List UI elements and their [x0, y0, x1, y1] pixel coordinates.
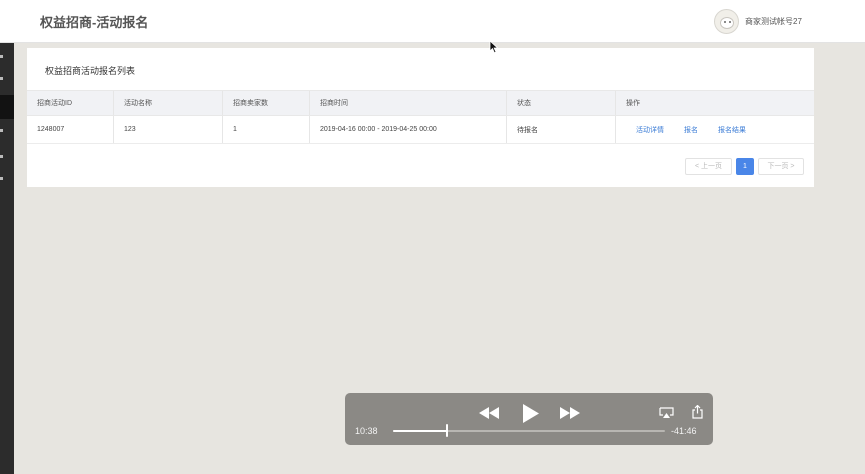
column-header-id: 招商活动ID	[27, 91, 114, 115]
page-number-button[interactable]: 1	[736, 157, 754, 175]
top-header: 权益招商-活动报名 商家测试帐号27	[0, 0, 865, 43]
register-result-link[interactable]: 报名结果	[718, 125, 746, 135]
elapsed-time: 10:38	[355, 426, 378, 436]
progress-fill	[393, 430, 447, 432]
column-header-seller-count: 招商卖家数	[223, 91, 310, 115]
user-name: 商家测试帐号27	[745, 16, 802, 26]
video-controls: 10:38 -41:46	[345, 393, 713, 445]
activity-list-panel: 权益招商活动报名列表 招商活动ID 活动名称 招商卖家数 招商时间 状态 操作 …	[27, 48, 814, 187]
play-icon[interactable]	[522, 404, 540, 423]
sidebar-item-marker[interactable]	[0, 55, 3, 58]
prev-page-button[interactable]: < 上一页	[685, 157, 732, 175]
activity-detail-link[interactable]: 活动详情	[636, 125, 664, 135]
page-title: 权益招商-活动报名	[40, 15, 149, 30]
avatar-eye-icon	[724, 20, 726, 23]
sidebar-item-marker[interactable]	[0, 129, 3, 132]
sidebar	[0, 43, 14, 474]
progress-track[interactable]	[393, 430, 665, 432]
column-header-name: 活动名称	[114, 91, 223, 115]
avatar[interactable]	[714, 8, 739, 34]
rewind-icon[interactable]	[478, 407, 500, 419]
table-row: 1248007 123 1 2019-04-16 00:00 - 2019-04…	[27, 116, 814, 144]
cell-status: 待报名	[507, 116, 616, 143]
pagination: < 上一页 1 下一页 >	[685, 157, 804, 175]
progress-scrubber[interactable]	[446, 424, 448, 437]
avatar-face-icon	[720, 16, 734, 29]
cell-actions: 活动详情 报名 报名结果	[616, 116, 814, 143]
register-link[interactable]: 报名	[684, 125, 698, 135]
sidebar-item-marker[interactable]	[0, 77, 3, 80]
cell-seller-count: 1	[223, 116, 310, 143]
next-page-button[interactable]: 下一页 >	[758, 157, 804, 175]
panel-title: 权益招商活动报名列表	[45, 66, 136, 76]
user-menu[interactable]: 商家测试帐号27	[714, 7, 802, 35]
column-header-actions: 操作	[626, 100, 640, 107]
sidebar-item-active[interactable]	[0, 95, 14, 119]
column-header-time: 招商时间	[310, 91, 507, 115]
share-icon[interactable]	[692, 405, 703, 419]
airplay-icon[interactable]	[659, 407, 674, 419]
table-header: 招商活动ID 活动名称 招商卖家数 招商时间 状态 操作	[27, 90, 814, 116]
mouse-cursor-icon	[489, 40, 499, 54]
remaining-time: -41:46	[671, 426, 697, 436]
column-header-status: 状态	[507, 91, 616, 115]
sidebar-item-marker[interactable]	[0, 155, 3, 158]
sidebar-item-marker[interactable]	[0, 177, 3, 180]
cell-name: 123	[114, 116, 223, 143]
avatar-eye-icon	[729, 20, 731, 23]
cell-id: 1248007	[27, 116, 114, 143]
fast-forward-icon[interactable]	[559, 407, 581, 419]
cell-time: 2019-04-16 00:00 - 2019-04-25 00:00	[310, 116, 507, 143]
